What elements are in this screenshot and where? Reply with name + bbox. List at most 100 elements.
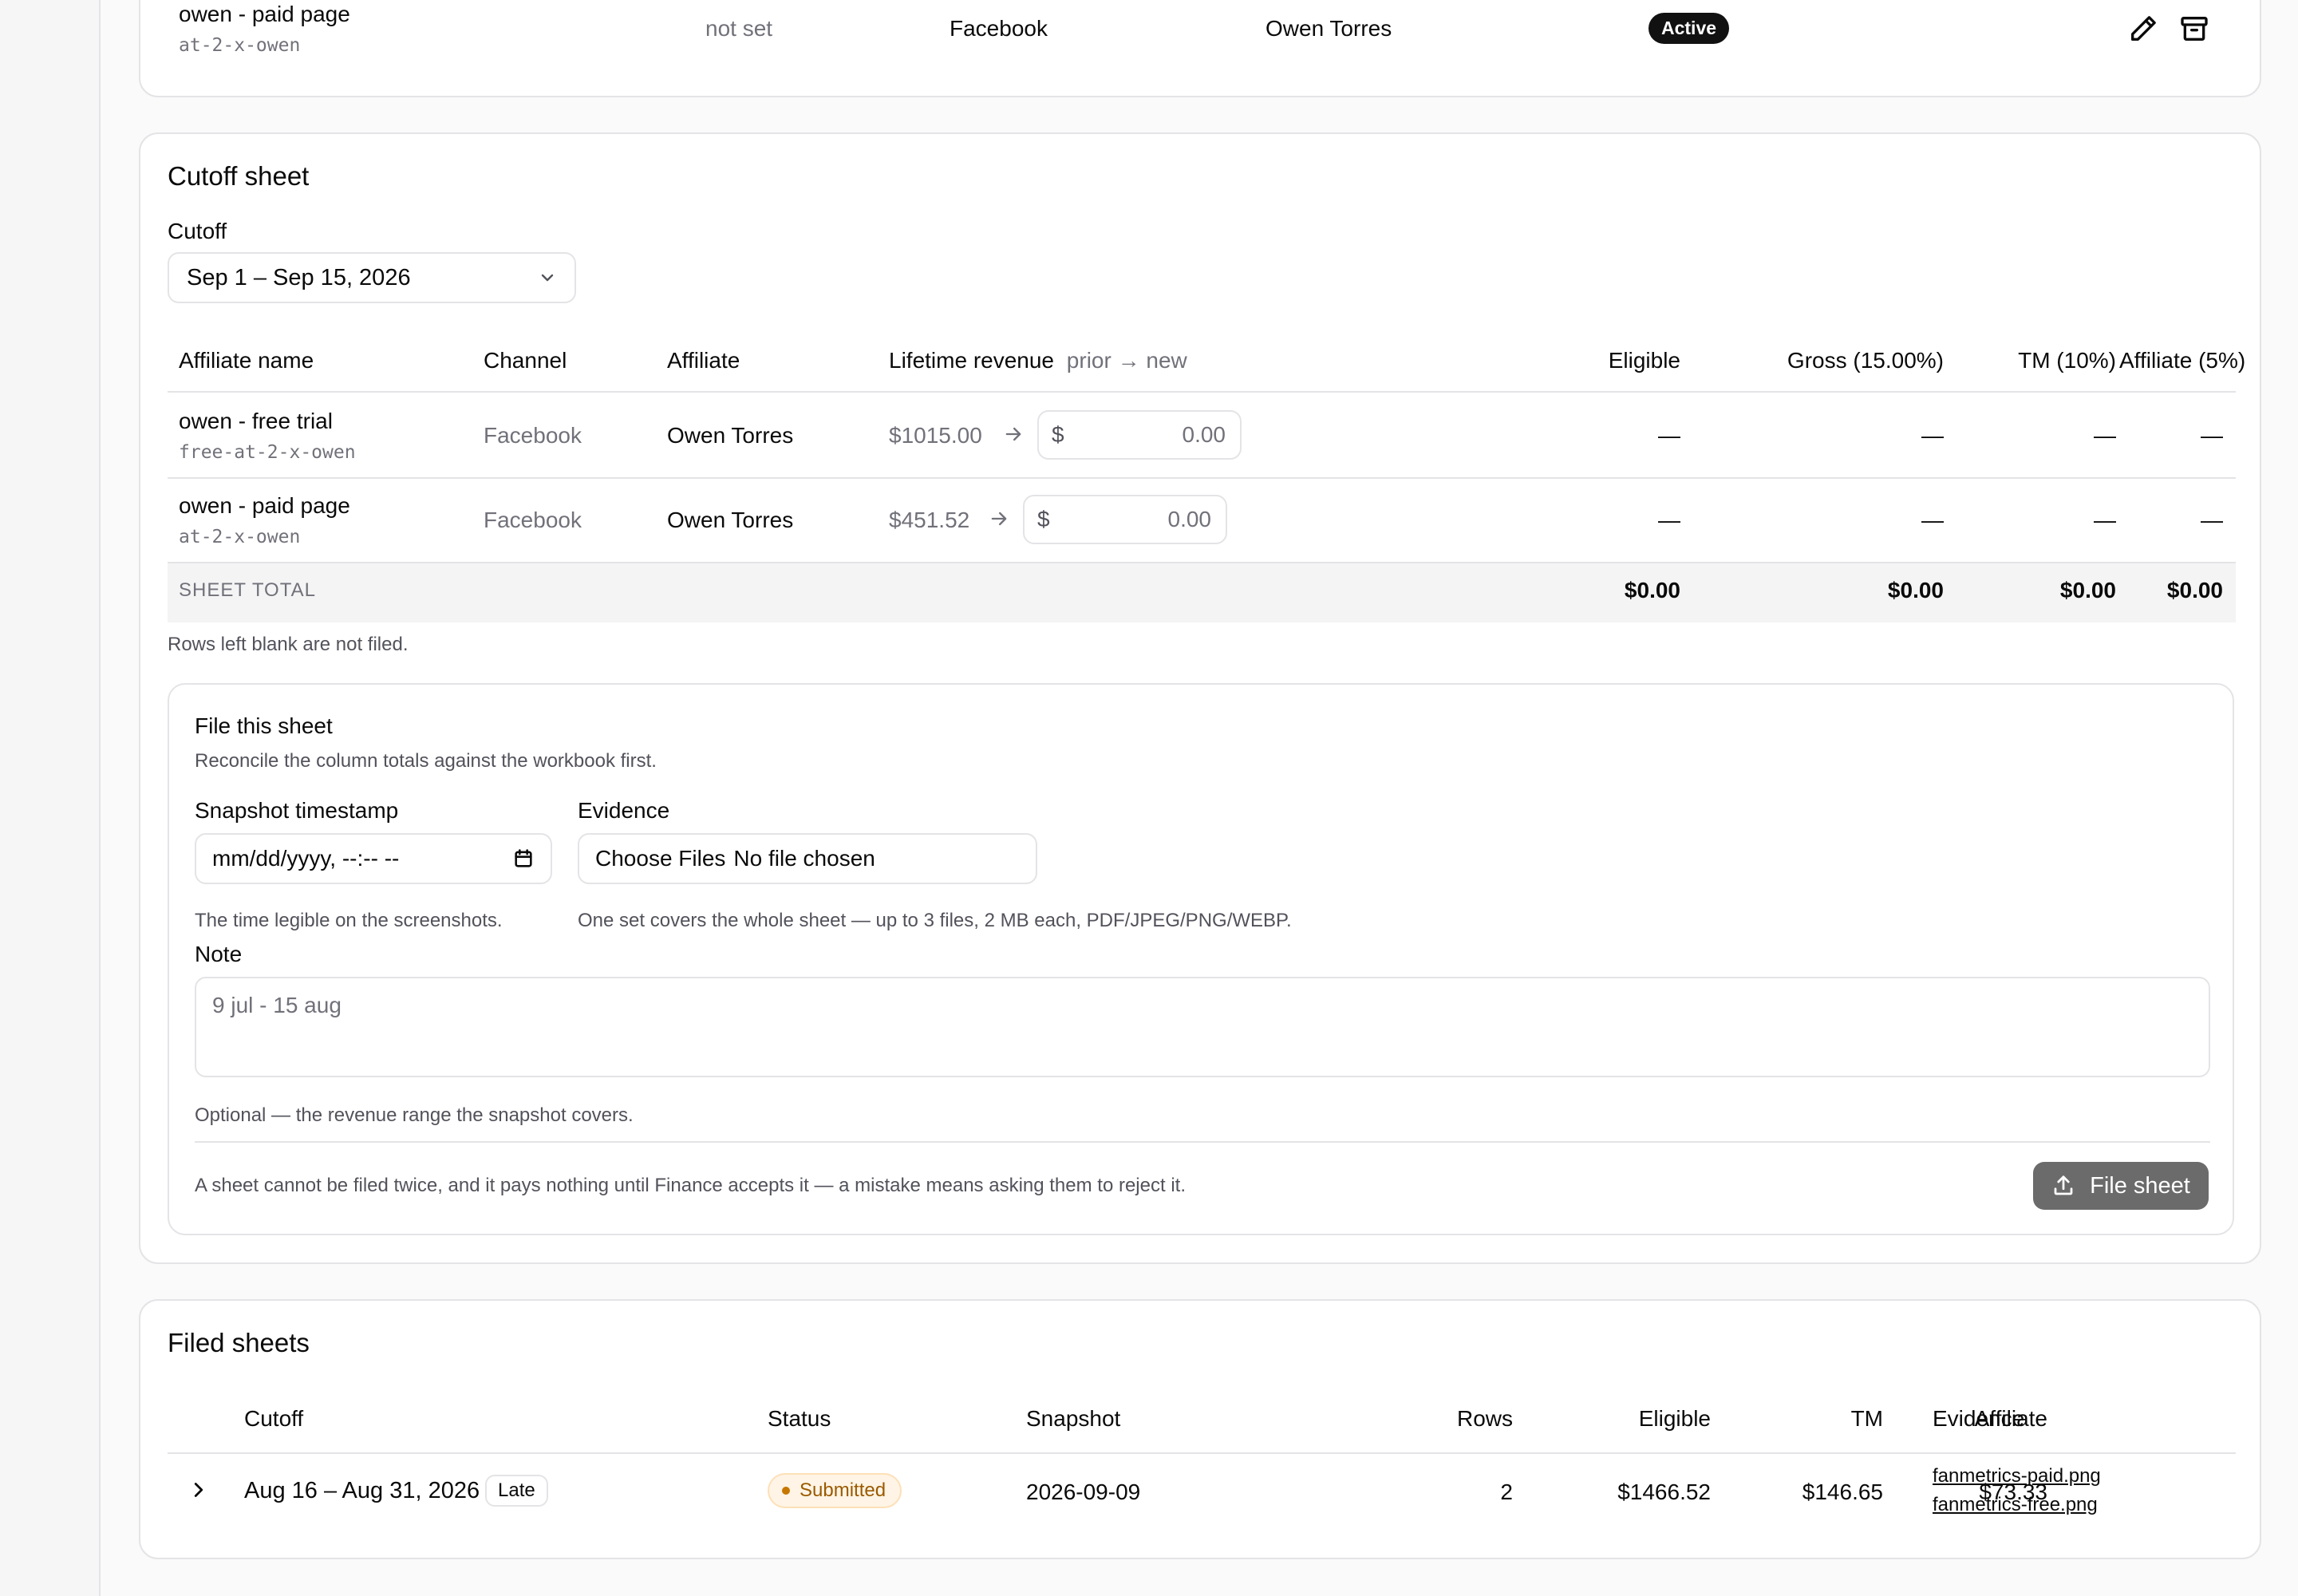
- cutoff-label: Cutoff: [168, 219, 227, 243]
- evidence-link[interactable]: fanmetrics-free.png: [1933, 1494, 2098, 1516]
- new-revenue-input[interactable]: $ 0.00: [1023, 495, 1227, 544]
- row-gross: —: [1921, 508, 1944, 532]
- channels-table-card: owen - paid page at-2-x-owen not set Fac…: [139, 0, 2261, 97]
- row-slug: free-at-2-x-owen: [179, 442, 356, 463]
- status-badge: Active: [1648, 13, 1730, 44]
- new-revenue-input[interactable]: $ 0.00: [1037, 410, 1242, 460]
- row-affiliate-amount: —: [2201, 423, 2223, 448]
- total-eligible: $0.00: [1624, 578, 1680, 602]
- currency-prefix: $: [1037, 507, 1050, 531]
- status-label: Submitted: [800, 1479, 886, 1501]
- card-title: Cutoff sheet: [168, 161, 310, 191]
- row-name: owen - paid page: [179, 2, 350, 26]
- row-channel: Facebook: [950, 16, 1048, 41]
- evidence-file-input[interactable]: Choose Files No file chosen: [578, 833, 1037, 884]
- left-rail: [0, 0, 101, 1596]
- note-placeholder: 9 jul - 15 aug: [212, 993, 342, 1017]
- snapshot-label: Snapshot timestamp: [195, 798, 399, 823]
- file-sheet-label: File sheet: [2090, 1172, 2190, 1199]
- row-slug: at-2-x-owen: [179, 35, 301, 56]
- row-eligible: —: [1658, 508, 1680, 532]
- status-badge: Submitted: [768, 1473, 902, 1508]
- cutoff-sheet-card: Cutoff sheet Cutoff Sep 1 – Sep 15, 2026…: [139, 132, 2261, 1264]
- chevron-down-icon: [538, 268, 557, 287]
- row-eligible: $1466.52: [1617, 1479, 1711, 1504]
- revenue-status: not set: [705, 16, 773, 41]
- col-eligible: Eligible: [1608, 348, 1680, 373]
- col-affiliate-name: Affiliate name: [179, 348, 314, 373]
- file-sheet-form: File this sheet Reconcile the column tot…: [168, 683, 2234, 1235]
- row-affiliate: Owen Torres: [1265, 16, 1392, 41]
- note-textarea[interactable]: 9 jul - 15 aug: [195, 977, 2210, 1077]
- row-affiliate: Owen Torres: [667, 423, 794, 448]
- row-affiliate-amount: —: [2201, 508, 2223, 532]
- col-prior-new: prior → new: [1066, 348, 1187, 373]
- row-cutoff: Aug 16 – Aug 31, 2026: [244, 1478, 480, 1503]
- row-channel: Facebook: [484, 423, 582, 448]
- prior-revenue: $451.52: [889, 508, 970, 532]
- total-tm: $0.00: [2059, 578, 2116, 602]
- row-tm: —: [2094, 423, 2116, 448]
- col-snapshot: Snapshot: [1026, 1406, 1121, 1431]
- choose-files-button[interactable]: Choose Files: [595, 846, 725, 871]
- row-name: owen - free trial: [179, 409, 333, 433]
- blank-rows-note: Rows left blank are not filed.: [168, 634, 409, 655]
- divider: [168, 391, 2236, 393]
- row-eligible: —: [1658, 423, 1680, 448]
- col-affiliate-pct: Affiliate (5%): [2119, 348, 2246, 373]
- col-status: Status: [768, 1406, 831, 1431]
- pencil-icon[interactable]: [2127, 13, 2159, 45]
- divider: [168, 562, 2236, 563]
- row-tm: —: [2094, 508, 2116, 532]
- divider: [168, 1452, 2236, 1454]
- new-revenue-placeholder: 0.00: [1182, 422, 1226, 447]
- row-name: owen - paid page: [179, 493, 350, 518]
- arrow-right-icon: [1002, 423, 1026, 447]
- evidence-help: One set covers the whole sheet — up to 3…: [578, 910, 1292, 931]
- col-channel: Channel: [484, 348, 567, 373]
- note-label: Note: [195, 942, 243, 966]
- archive-icon[interactable]: [2178, 13, 2210, 45]
- col-eligible: Eligible: [1638, 1406, 1711, 1431]
- card-title: Filed sheets: [168, 1328, 310, 1357]
- snapshot-help: The time legible on the screenshots.: [195, 910, 503, 931]
- row-rows: 2: [1500, 1479, 1513, 1504]
- filed-sheets-card: Filed sheets Cutoff Status Snapshot Rows…: [139, 1299, 2261, 1559]
- late-badge: Late: [485, 1475, 548, 1507]
- cutoff-select-value: Sep 1 – Sep 15, 2026: [187, 264, 411, 290]
- col-tm: TM (10%): [2018, 348, 2116, 373]
- divider: [168, 477, 2236, 479]
- warning-text: A sheet cannot be filed twice, and it pa…: [195, 1175, 1186, 1196]
- upload-icon: [2051, 1174, 2075, 1198]
- col-rows: Rows: [1456, 1406, 1513, 1431]
- divider: [195, 1141, 2210, 1143]
- prior-revenue: $1015.00: [889, 423, 982, 448]
- row-snapshot: 2026-09-09: [1026, 1479, 1141, 1504]
- evidence-link[interactable]: fanmetrics-paid.png: [1933, 1465, 2101, 1487]
- col-evidence: Evidence: [1933, 1406, 2025, 1431]
- status-dot: [782, 1487, 790, 1495]
- row-affiliate: Owen Torres: [667, 508, 794, 532]
- form-title: File this sheet: [195, 713, 333, 738]
- row-slug: at-2-x-owen: [179, 527, 301, 547]
- new-revenue-placeholder: 0.00: [1167, 507, 1212, 531]
- chevron-right-icon[interactable]: [187, 1478, 212, 1503]
- form-subtitle: Reconcile the column totals against the …: [195, 750, 657, 772]
- note-help: Optional — the revenue range the snapsho…: [195, 1104, 634, 1126]
- snapshot-placeholder: mm/dd/yyyy, --:-- --: [212, 846, 400, 871]
- currency-prefix: $: [1052, 422, 1064, 447]
- total-label: SHEET TOTAL: [179, 579, 316, 601]
- col-cutoff: Cutoff: [244, 1406, 304, 1431]
- snapshot-input[interactable]: mm/dd/yyyy, --:-- --: [195, 833, 552, 884]
- col-tm: TM: [1850, 1406, 1883, 1431]
- col-affiliate: Affiliate: [667, 348, 740, 373]
- arrow-right-icon: [988, 508, 1012, 531]
- no-file-text: No file chosen: [733, 846, 875, 871]
- file-sheet-button[interactable]: File sheet: [2033, 1162, 2209, 1210]
- row-tm: $146.65: [1802, 1479, 1883, 1504]
- cutoff-select[interactable]: Sep 1 – Sep 15, 2026: [168, 252, 576, 303]
- calendar-icon[interactable]: [512, 847, 535, 870]
- evidence-label: Evidence: [578, 798, 670, 823]
- total-affiliate: $0.00: [2166, 578, 2223, 602]
- total-gross: $0.00: [1887, 578, 1944, 602]
